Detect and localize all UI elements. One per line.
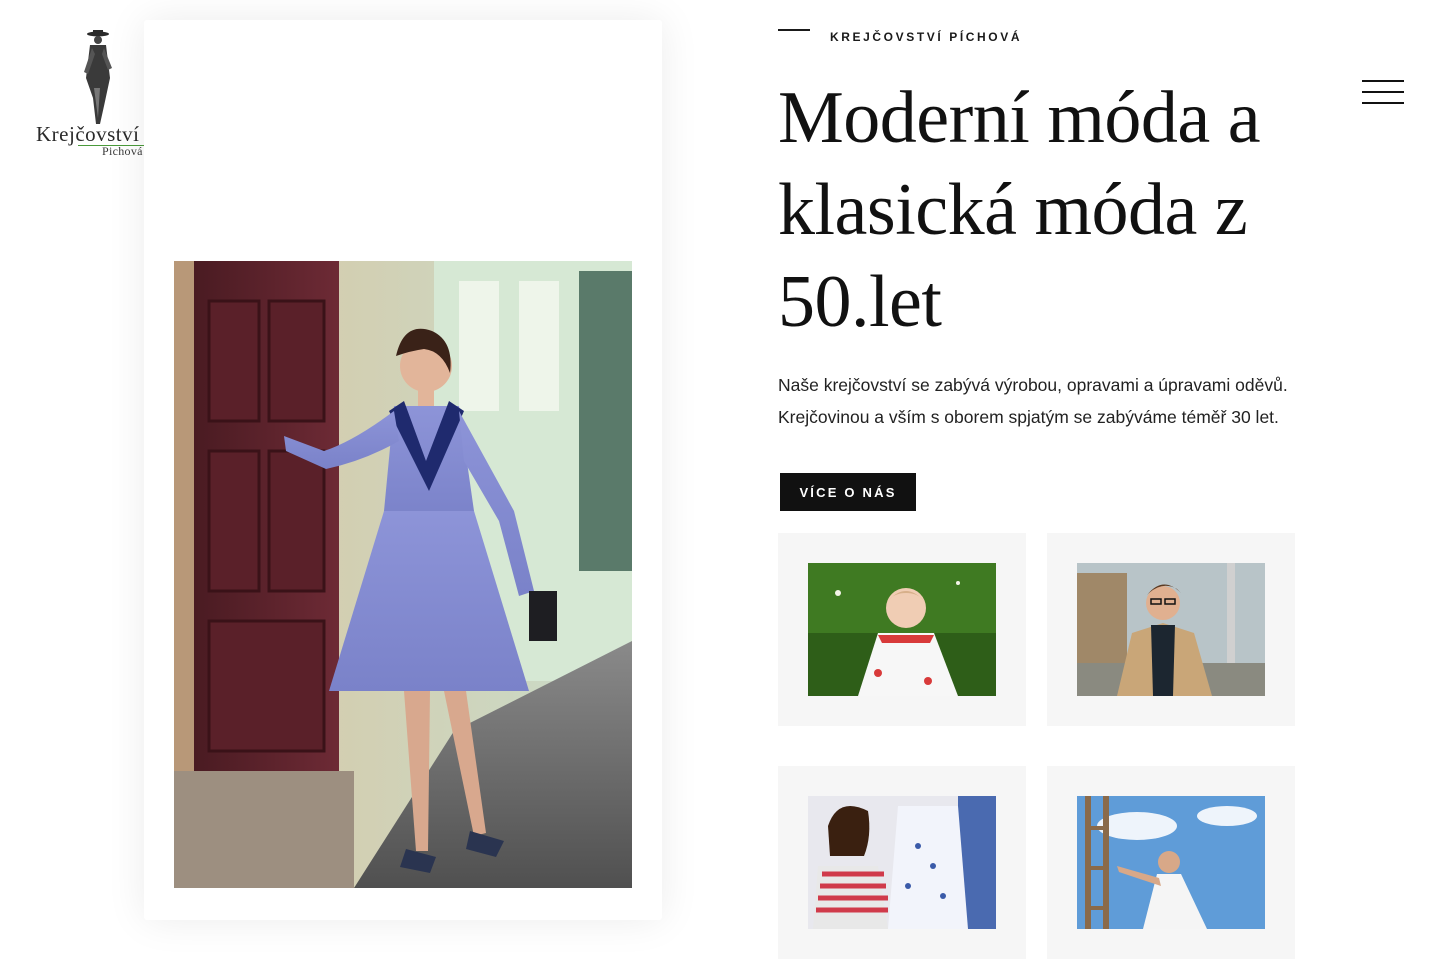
baby-in-white-dress-image [808, 563, 996, 696]
intro-text: Naše krejčovství se zabývá výrobou, opra… [778, 375, 1288, 427]
page-title: Moderní móda a klasická móda z 50.let [778, 77, 1261, 343]
woman-on-ladder-image [1077, 796, 1265, 929]
eyebrow-label: KREJČOVSTVÍ PÍCHOVÁ [830, 30, 1023, 44]
brand-logo[interactable]: Krejčovství Pichová [36, 28, 156, 160]
gallery-tile-children[interactable] [778, 533, 1026, 726]
hamburger-menu-icon[interactable] [1362, 78, 1404, 106]
gallery-tile-women[interactable] [778, 766, 1026, 959]
brand-subname: Pichová [102, 144, 143, 158]
gallery-tile-men[interactable] [1047, 533, 1295, 726]
woman-in-dress-image [174, 261, 632, 888]
eyebrow-line [778, 29, 810, 31]
hero-image-card [144, 20, 662, 920]
about-us-button[interactable]: VÍCE O NÁS [780, 473, 916, 511]
menu-line-bottom [1362, 102, 1404, 104]
menu-line-middle [1362, 91, 1404, 93]
gallery-tile-outdoor[interactable] [1047, 766, 1295, 959]
woman-with-dresses-image [808, 796, 996, 929]
tailor-figure-icon [84, 30, 112, 124]
menu-line-top [1362, 80, 1404, 82]
hero-photo [174, 261, 632, 888]
man-in-beige-coat-image [1077, 563, 1265, 696]
